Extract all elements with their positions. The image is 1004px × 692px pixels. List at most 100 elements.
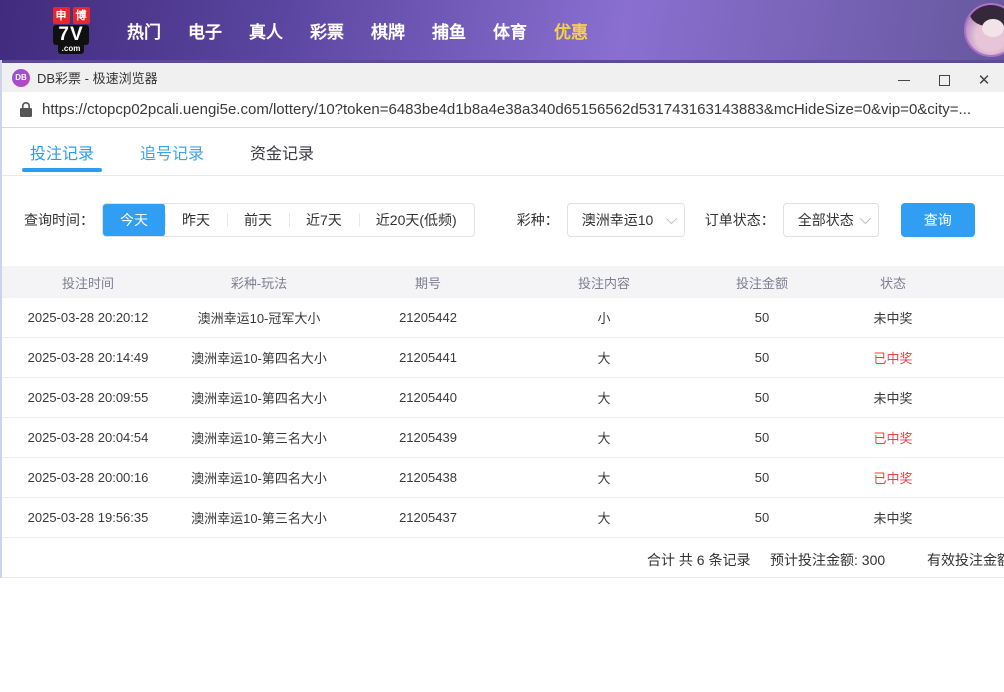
tab-2[interactable]: 追号记录 bbox=[140, 128, 204, 176]
cell-lottery-play: 澳洲幸运10-第三名大小 bbox=[191, 431, 327, 446]
table-row: 2025-03-28 20:14:49 澳洲幸运10-第四名大小 21205441 大… bbox=[2, 338, 1004, 378]
cell-bet-time: 2025-03-28 20:04:54 bbox=[27, 430, 149, 445]
valid-amount-label: 有效投注金额 bbox=[927, 552, 1004, 568]
cell-bet-time: 2025-03-28 20:14:49 bbox=[27, 350, 149, 365]
col-header-bet-amount: 投注金额 bbox=[735, 275, 788, 291]
summary-row: 合计 共 6 条记录 预计投注金额: 300 有效投注金额 bbox=[2, 538, 1004, 578]
minimize-button[interactable] bbox=[884, 66, 924, 95]
total-records-label: 合计 共 6 条记录 bbox=[647, 552, 751, 568]
cell-issue-number: 21205440 bbox=[399, 390, 457, 405]
cell-bet-content: 大 bbox=[597, 431, 611, 446]
table-row: 2025-03-28 20:04:54 澳洲幸运10-第三名大小 21205439 大… bbox=[2, 418, 1004, 458]
nav-item-3[interactable]: 真人 bbox=[249, 18, 283, 43]
lottery-select[interactable]: 澳洲幸运10 bbox=[566, 203, 685, 237]
cell-bet-content: 大 bbox=[597, 471, 611, 486]
lottery-filter-label: 彩种： bbox=[516, 212, 559, 228]
cell-bet-amount: 50 bbox=[754, 470, 770, 485]
cell-lottery-play: 澳洲幸运10-第四名大小 bbox=[191, 351, 327, 366]
app-icon: DB bbox=[12, 68, 30, 87]
cell-status: 已中奖 bbox=[873, 471, 913, 486]
cell-bet-amount: 50 bbox=[754, 430, 770, 445]
cell-status: 已中奖 bbox=[873, 431, 913, 446]
cell-bet-content: 小 bbox=[597, 311, 611, 326]
cell-bet-amount: 50 bbox=[754, 310, 770, 325]
chevron-down-icon bbox=[665, 212, 677, 225]
cell-bet-time: 2025-03-28 20:00:16 bbox=[27, 470, 149, 485]
nav-item-5[interactable]: 棋牌 bbox=[371, 18, 405, 43]
tab-1[interactable]: 投注记录 bbox=[21, 128, 103, 176]
col-header-status: 状态 bbox=[879, 275, 906, 291]
close-button[interactable]: ✕ bbox=[964, 66, 1004, 95]
logo-suffix: .com bbox=[57, 43, 85, 54]
tab-3[interactable]: 资金记录 bbox=[250, 128, 314, 176]
logo-badges: 申 博 bbox=[52, 6, 90, 24]
lottery-select-value: 澳洲幸运10 bbox=[581, 212, 654, 228]
cell-bet-time: 2025-03-28 20:20:12 bbox=[27, 310, 149, 325]
cell-bet-content: 大 bbox=[597, 391, 611, 406]
nav-item-2[interactable]: 电子 bbox=[188, 18, 222, 43]
nav-item-4[interactable]: 彩票 bbox=[310, 18, 344, 43]
chevron-down-icon bbox=[859, 212, 871, 225]
time-option-1[interactable]: 今天 bbox=[103, 204, 165, 236]
expected-amount-label: 预计投注金额: 300 bbox=[770, 552, 886, 568]
address-bar[interactable]: https://ctopcp02pcali.uengi5e.com/lotter… bbox=[2, 92, 1004, 128]
col-header-bet-time: 投注时间 bbox=[61, 275, 114, 291]
nav-item-8[interactable]: 优惠 bbox=[554, 18, 588, 43]
logo-badge-2: 博 bbox=[72, 6, 90, 24]
table-row: 2025-03-28 20:20:12 澳洲幸运10-冠军大小 21205442 小 5… bbox=[2, 298, 1004, 338]
time-option-2[interactable]: 昨天 bbox=[165, 204, 227, 236]
time-filter-label: 查询时间： bbox=[24, 212, 94, 228]
nav-item-7[interactable]: 体育 bbox=[493, 18, 527, 43]
page-content: 投注记录 追号记录 资金记录 查询时间： 今天 昨天 前天 近7天 近20天(低频) 彩种：… bbox=[2, 128, 1004, 578]
lock-icon bbox=[20, 102, 32, 117]
window-title: DB彩票 - 极速浏览器 bbox=[37, 71, 158, 86]
time-option-4[interactable]: 近7天 bbox=[289, 204, 359, 236]
cell-status: 未中奖 bbox=[873, 511, 913, 526]
minimize-icon bbox=[898, 80, 910, 81]
bet-records-table: 投注时间 彩种-玩法 期号 投注内容 投注金额 状态 2025-03-28 20:20:1… bbox=[2, 266, 1004, 578]
nav-item-6[interactable]: 捕鱼 bbox=[432, 18, 466, 43]
maximize-icon bbox=[938, 75, 950, 86]
search-button[interactable]: 查询 bbox=[900, 203, 975, 237]
cell-issue-number: 21205439 bbox=[399, 430, 457, 445]
table-row: 2025-03-28 19:56:35 澳洲幸运10-第三名大小 21205437 大… bbox=[2, 498, 1004, 538]
cell-bet-time: 2025-03-28 20:09:55 bbox=[27, 390, 149, 405]
table-body: 2025-03-28 20:20:12 澳洲幸运10-冠军大小 21205442 小 5… bbox=[2, 298, 1004, 538]
cell-bet-amount: 50 bbox=[754, 510, 770, 525]
table-row: 2025-03-28 20:09:55 澳洲幸运10-第四名大小 21205440 大… bbox=[2, 378, 1004, 418]
window-controls: ✕ bbox=[884, 66, 1004, 95]
window-titlebar: DB DB彩票 - 极速浏览器 ✕ bbox=[2, 60, 1004, 92]
cell-issue-number: 21205442 bbox=[399, 310, 457, 325]
table-row: 2025-03-28 20:00:16 澳洲幸运10-第四名大小 21205438 大… bbox=[2, 458, 1004, 498]
cell-lottery-play: 澳洲幸运10-第三名大小 bbox=[191, 511, 327, 526]
cell-issue-number: 21205441 bbox=[399, 350, 457, 365]
url-text: https://ctopcp02pcali.uengi5e.com/lotter… bbox=[42, 101, 972, 118]
cell-status: 未中奖 bbox=[873, 311, 913, 326]
cell-bet-time: 2025-03-28 19:56:35 bbox=[27, 510, 149, 525]
order-status-select[interactable]: 全部状态 bbox=[782, 203, 879, 237]
nav-item-1[interactable]: 热门 bbox=[127, 18, 161, 43]
cell-bet-content: 大 bbox=[597, 511, 611, 526]
filter-bar: 查询时间： 今天 昨天 前天 近7天 近20天(低频) 彩种： 澳洲幸运10 订单状态：… bbox=[24, 203, 1004, 237]
close-icon: ✕ bbox=[977, 72, 991, 89]
cell-bet-amount: 50 bbox=[754, 390, 770, 405]
browser-window: DB DB彩票 - 极速浏览器 ✕ https://ctopcp02pcali.… bbox=[0, 60, 1004, 578]
main-nav: 热门 电子 真人 彩票 棋牌 捕鱼 体育 优惠 bbox=[127, 18, 588, 43]
maximize-button[interactable] bbox=[924, 66, 964, 95]
cell-lottery-play: 澳洲幸运10-冠军大小 bbox=[197, 311, 321, 326]
col-header-bet-content: 投注内容 bbox=[577, 275, 630, 291]
logo-badge-1: 申 bbox=[52, 6, 70, 24]
status-filter-label: 订单状态： bbox=[704, 212, 775, 228]
cell-status: 未中奖 bbox=[873, 391, 913, 406]
site-logo[interactable]: 申 博 7V .com bbox=[43, 6, 99, 54]
top-banner: 申 博 7V .com 热门 电子 真人 彩票 棋牌 捕鱼 体育 优惠 bbox=[0, 0, 1004, 60]
logo-brand: 7V bbox=[53, 24, 89, 45]
record-tabs: 投注记录 追号记录 资金记录 bbox=[2, 128, 1004, 176]
table-header-row: 投注时间 彩种-玩法 期号 投注内容 投注金额 状态 bbox=[2, 266, 1004, 298]
user-avatar[interactable] bbox=[964, 3, 1004, 57]
time-option-5[interactable]: 近20天(低频) bbox=[358, 204, 474, 236]
cell-issue-number: 21205438 bbox=[399, 470, 457, 485]
col-header-lottery-play: 彩种-玩法 bbox=[230, 275, 288, 291]
time-option-3[interactable]: 前天 bbox=[227, 204, 289, 236]
cell-issue-number: 21205437 bbox=[399, 510, 457, 525]
